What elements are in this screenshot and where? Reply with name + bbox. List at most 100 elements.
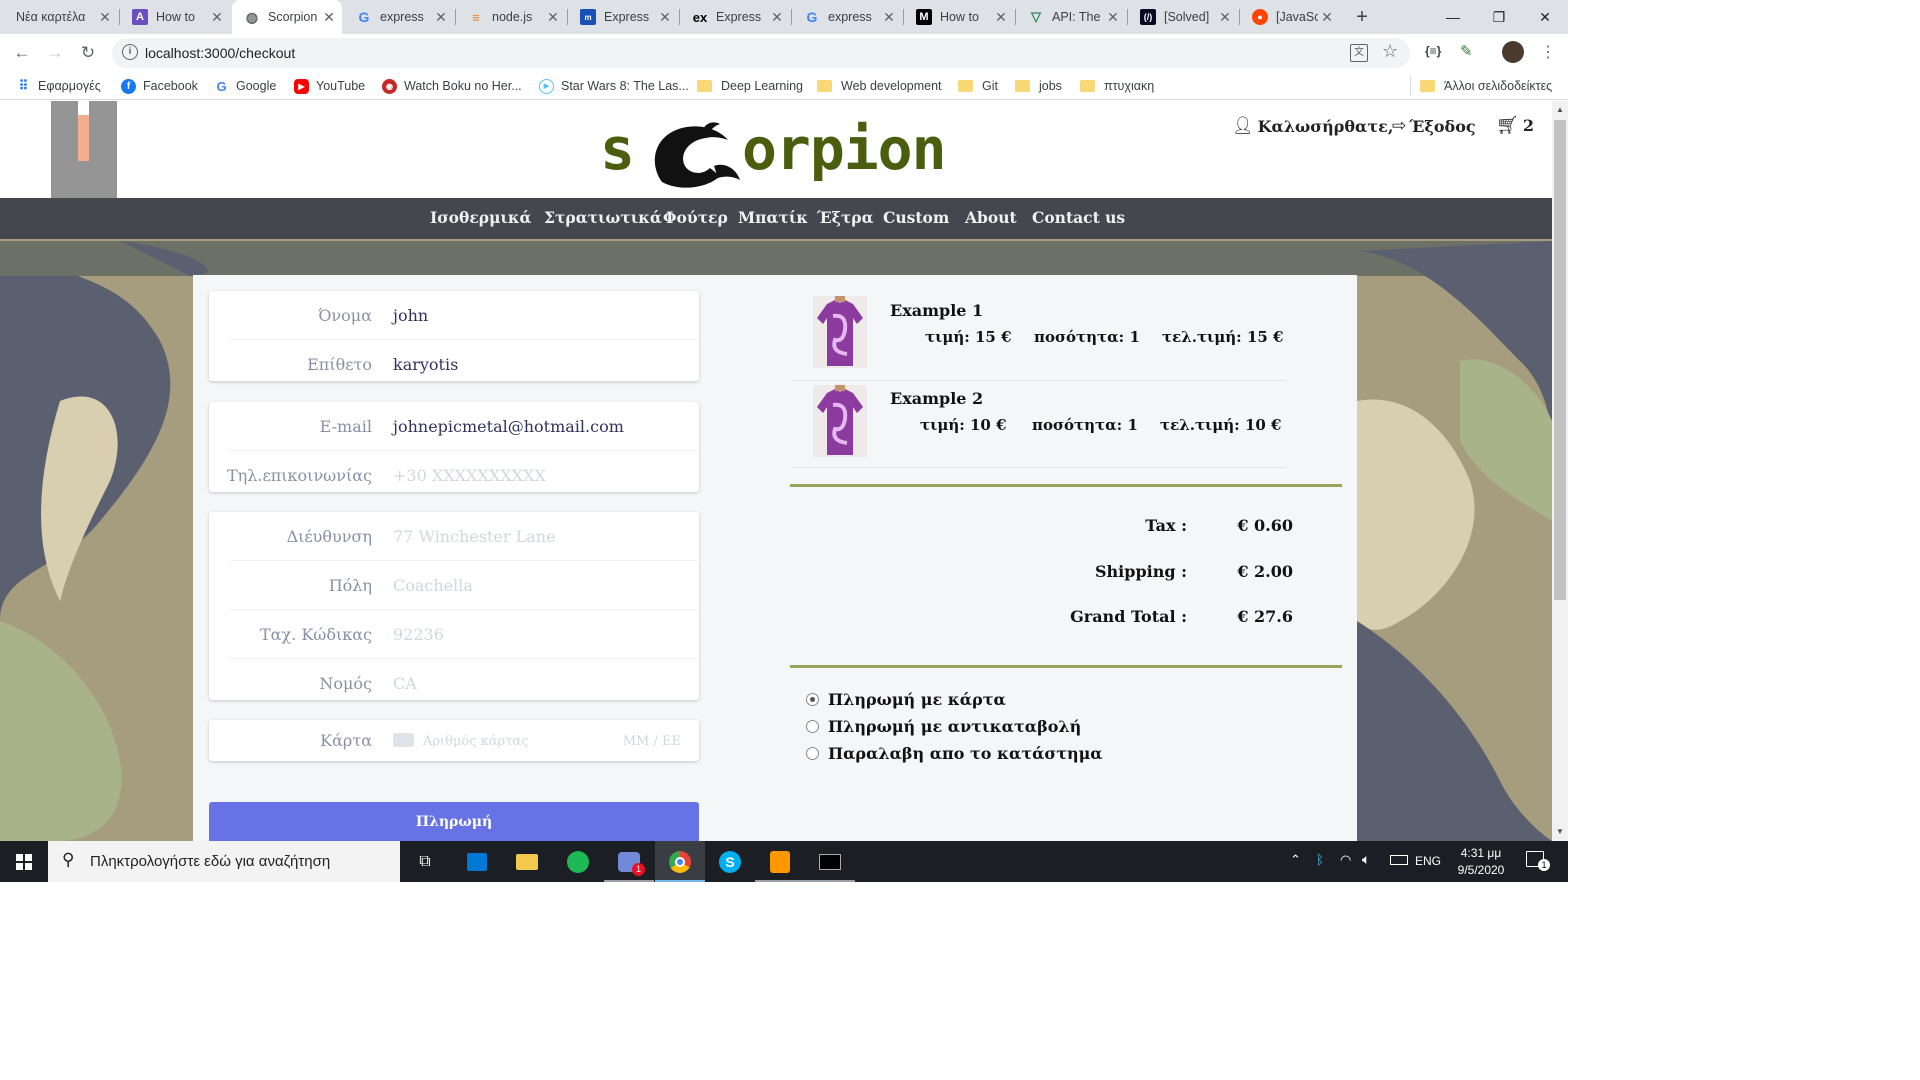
nav-extra[interactable]: Έξτρα — [817, 208, 874, 227]
info-icon[interactable]: i — [122, 44, 138, 60]
profile-avatar[interactable] — [1502, 41, 1524, 63]
terminal-icon[interactable] — [805, 841, 855, 882]
close-tab-icon[interactable]: ✕ — [432, 9, 450, 26]
tab-0[interactable]: Νέα καρτέλα ✕ — [4, 0, 118, 34]
card-field[interactable]: Κάρτα Αριθμός κάρτας MM / ΕΕ — [209, 716, 699, 765]
tab-2-active[interactable]: ◍ Scorpion ✕ — [232, 0, 342, 34]
forward-icon[interactable]: → — [42, 40, 68, 66]
address-field[interactable]: Διέυθυνση 77 Winchester Lane — [209, 512, 699, 561]
back-icon[interactable]: ← — [9, 40, 35, 66]
payment-option-card[interactable]: Πληρωμή με κάρτα — [806, 690, 1006, 709]
language-indicator[interactable]: ENG — [1415, 854, 1441, 868]
radio-button[interactable] — [806, 693, 819, 706]
surname-field[interactable]: Επίθετο karyotis — [209, 340, 699, 389]
spotify-icon[interactable] — [553, 841, 603, 882]
file-explorer-icon[interactable] — [502, 841, 552, 882]
close-tab-icon[interactable]: ✕ — [656, 9, 674, 26]
bookmark-other[interactable]: Άλλοι σελιδοδείκτες — [1420, 77, 1552, 95]
bookmark-folder-deep-learning[interactable]: Deep Learning — [697, 77, 803, 95]
bookmark-folder-thesis[interactable]: πτυχιακη — [1080, 77, 1154, 95]
bookmark-boku[interactable]: ◉ Watch Boku no Her... — [382, 77, 522, 95]
surname-input[interactable]: karyotis — [393, 355, 458, 374]
name-input[interactable]: john — [393, 306, 428, 325]
store-icon[interactable] — [452, 841, 502, 882]
bookmark-starwars[interactable]: ▶ Star Wars 8: The Las... — [539, 77, 689, 95]
close-tab-icon[interactable]: ✕ — [1216, 9, 1234, 26]
tab-11[interactable]: ● [JavaScr ✕ — [1240, 0, 1340, 34]
bluetooth-icon[interactable]: ᛒ — [1316, 852, 1324, 867]
close-tab-icon[interactable]: ✕ — [208, 9, 226, 26]
close-tab-icon[interactable]: ✕ — [96, 9, 114, 26]
bookmark-folder-jobs[interactable]: jobs — [1015, 77, 1062, 95]
close-tab-icon[interactable]: ✕ — [1318, 9, 1336, 26]
tray-chevron-icon[interactable]: ⌃ — [1290, 852, 1301, 868]
cart-link[interactable]: 🛒︎ 2 — [1496, 115, 1534, 136]
address-input[interactable]: 77 Winchester Lane — [393, 527, 556, 546]
radio-button[interactable] — [806, 747, 819, 760]
tab-1[interactable]: A How to ✕ — [120, 0, 230, 34]
close-tab-icon[interactable]: ✕ — [1104, 9, 1122, 26]
menu-icon[interactable]: ⋮ — [1540, 42, 1556, 62]
bookmark-youtube[interactable]: ▶ YouTube — [294, 77, 365, 95]
nav-hoodies[interactable]: Φούτερ — [663, 208, 728, 227]
tab-6[interactable]: ex Express ✕ — [680, 0, 790, 34]
phone-field[interactable]: Τηλ.επικοινωνίας +30 XXXXXXXXXX — [209, 451, 699, 500]
state-field[interactable]: Νομός CA — [209, 659, 699, 708]
sublime-text-icon[interactable] — [755, 841, 805, 882]
minimize-icon[interactable]: — — [1430, 0, 1476, 34]
battery-icon[interactable] — [1390, 855, 1408, 865]
nav-about[interactable]: About — [965, 208, 1017, 227]
card-expiry-input[interactable]: MM / ΕΕ — [623, 734, 681, 749]
zip-input[interactable]: 92236 — [393, 625, 444, 644]
city-input[interactable]: Coachella — [393, 576, 473, 595]
close-window-icon[interactable]: ✕ — [1522, 0, 1568, 34]
address-bar[interactable]: i localhost:3000/checkout 文 ☆ — [112, 38, 1410, 68]
nav-custom[interactable]: Custom — [883, 208, 949, 227]
nav-batik[interactable]: Μπατίκ — [738, 208, 808, 227]
taskbar-search[interactable]: ⚲ Πληκτρολογήστε εδώ για αναζήτηση — [48, 841, 400, 882]
tab-4[interactable]: ≡ node.js ✕ — [456, 0, 566, 34]
translate-icon[interactable]: 文 — [1350, 44, 1368, 62]
phone-input[interactable]: +30 XXXXXXXXXX — [393, 466, 546, 485]
pay-button[interactable]: Πληρωμή — [209, 802, 699, 841]
star-icon[interactable]: ☆ — [1382, 41, 1398, 62]
logout-link[interactable]: ⇨ Έξοδος — [1392, 116, 1476, 136]
tab-9[interactable]: ▽ API: The ✕ — [1016, 0, 1126, 34]
payment-option-cod[interactable]: Πληρωμή με αντικαταβολή — [806, 717, 1081, 736]
json-extension-icon[interactable]: {≡} — [1425, 44, 1441, 58]
windows-start-icon[interactable] — [0, 841, 48, 882]
close-tab-icon[interactable]: ✕ — [320, 9, 338, 26]
bookmark-folder-web-dev[interactable]: Web development — [817, 77, 942, 95]
card-number-input[interactable]: Αριθμός κάρτας — [423, 734, 528, 749]
nav-isothermal[interactable]: Ισοθερμικά — [430, 208, 531, 227]
name-field[interactable]: Όνομα john — [209, 291, 699, 340]
reload-icon[interactable]: ↻ — [75, 40, 101, 66]
wifi-icon[interactable]: ◠ — [1340, 852, 1351, 868]
new-tab-button[interactable]: + — [1350, 6, 1374, 28]
scrollbar-thumb[interactable] — [1554, 120, 1566, 600]
nav-military[interactable]: Στρατιωτικά — [544, 208, 662, 227]
clock[interactable]: 4:31 μμ 9/5/2020 — [1448, 845, 1514, 879]
bookmark-apps[interactable]: ⠿ Εφαρμογές — [16, 77, 101, 95]
tab-7[interactable]: G express ✕ — [792, 0, 902, 34]
tab-8[interactable]: M How to ✕ — [904, 0, 1014, 34]
close-tab-icon[interactable]: ✕ — [880, 9, 898, 26]
extension-icon[interactable]: ✎ — [1460, 42, 1478, 62]
zip-field[interactable]: Ταχ. Κώδικας 92236 — [209, 610, 699, 659]
discord-icon[interactable]: 1 — [604, 841, 654, 882]
radio-button[interactable] — [806, 720, 819, 733]
payment-option-pickup[interactable]: Παραλαβη απο το κατάστημα — [806, 744, 1103, 763]
volume-icon[interactable]: 🔈︎ — [1362, 851, 1370, 868]
maximize-icon[interactable]: ❐ — [1476, 0, 1522, 34]
email-input[interactable]: johnepicmetal@hotmail.com — [393, 417, 624, 436]
close-tab-icon[interactable]: ✕ — [992, 9, 1010, 26]
bookmark-google[interactable]: G Google — [214, 77, 276, 95]
close-tab-icon[interactable]: ✕ — [544, 9, 562, 26]
bookmark-facebook[interactable]: f Facebook — [121, 77, 198, 95]
city-field[interactable]: Πόλη Coachella — [209, 561, 699, 610]
email-field[interactable]: E-mail johnepicmetal@hotmail.com — [209, 402, 699, 451]
state-input[interactable]: CA — [393, 674, 417, 693]
search-input[interactable]: Πληκτρολογήστε εδώ για αναζήτηση — [90, 853, 330, 870]
close-tab-icon[interactable]: ✕ — [768, 9, 786, 26]
site-logo[interactable]: s orpion — [600, 116, 950, 196]
